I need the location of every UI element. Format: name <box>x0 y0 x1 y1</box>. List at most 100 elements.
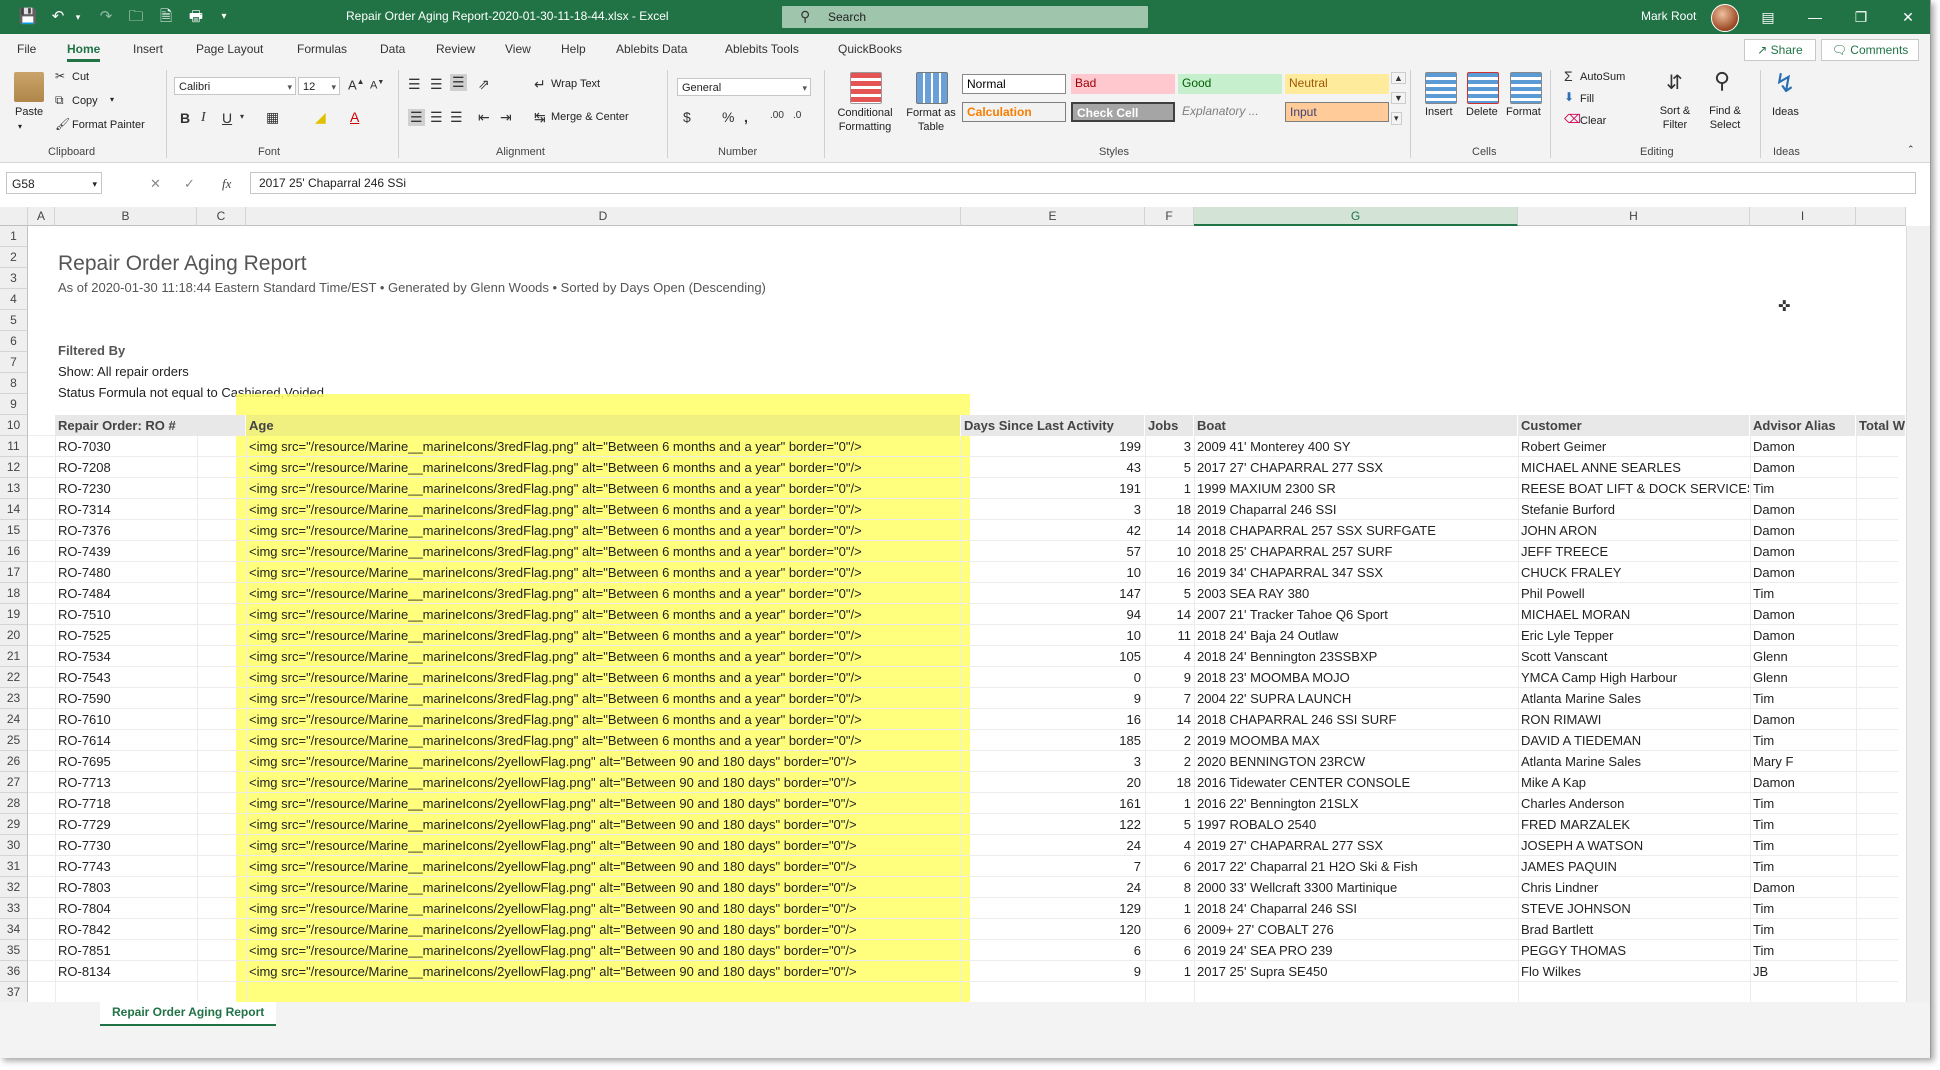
days-since-activity-cell[interactable]: 24 <box>964 877 1141 898</box>
row-header[interactable]: 21 <box>0 646 28 667</box>
advisor-cell[interactable]: Damon <box>1753 877 1853 898</box>
days-since-activity-cell[interactable]: 191 <box>964 478 1141 499</box>
days-since-activity-cell[interactable]: 199 <box>964 436 1141 457</box>
collapse-ribbon-icon[interactable]: ⌃ <box>1907 144 1915 155</box>
jobs-cell[interactable]: 16 <box>1148 562 1191 583</box>
format-cells-button[interactable]: Format <box>1506 106 1541 118</box>
customer-cell[interactable]: Brad Bartlett <box>1521 919 1749 940</box>
tab-help[interactable]: Help <box>561 42 586 56</box>
font-size-select[interactable]: 12 ▾ <box>298 77 340 95</box>
customer-cell[interactable]: REESE BOAT LIFT & DOCK SERVICES <box>1521 478 1749 499</box>
boat-cell[interactable]: 2019 34' CHAPARRAL 347 SSX <box>1197 562 1517 583</box>
ribbon-display-icon[interactable]: ▤ <box>1753 6 1783 28</box>
formula-input[interactable]: 2017 25' Chaparral 246 SSi <box>250 172 1916 194</box>
row-header[interactable]: 22 <box>0 667 28 688</box>
row-header[interactable]: 4 <box>0 289 28 310</box>
advisor-cell[interactable]: Glenn <box>1753 667 1853 688</box>
autosum-button[interactable]: AutoSum <box>1580 71 1625 83</box>
customize-toolbar-icon[interactable]: ▾ <box>214 7 234 27</box>
age-cell[interactable]: <img src="/resource/Marine__marineIcons/… <box>249 499 959 520</box>
share-button[interactable]: ↗ Share <box>1744 39 1816 61</box>
row-header[interactable]: 30 <box>0 835 28 856</box>
days-since-activity-cell[interactable]: 6 <box>964 940 1141 961</box>
age-cell[interactable]: <img src="/resource/Marine__marineIcons/… <box>249 583 959 604</box>
row-header[interactable]: 19 <box>0 604 28 625</box>
advisor-cell[interactable]: Tim <box>1753 793 1853 814</box>
days-since-activity-cell[interactable]: 24 <box>964 835 1141 856</box>
ro-number-cell[interactable]: RO-7713 <box>58 772 194 793</box>
ro-number-cell[interactable]: RO-7730 <box>58 835 194 856</box>
advisor-cell[interactable]: Tim <box>1753 835 1853 856</box>
redo-icon[interactable]: ↷ <box>96 7 116 27</box>
customer-cell[interactable]: MICHAEL MORAN <box>1521 604 1749 625</box>
jobs-cell[interactable]: 2 <box>1148 730 1191 751</box>
tab-home[interactable]: Home <box>67 42 101 62</box>
customer-cell[interactable]: YMCA Camp High Harbour <box>1521 667 1749 688</box>
customer-cell[interactable]: RON RIMAWI <box>1521 709 1749 730</box>
age-cell[interactable]: <img src="/resource/Marine__marineIcons/… <box>249 835 959 856</box>
boat-cell[interactable]: 2007 21' Tracker Tahoe Q6 Sport <box>1197 604 1517 625</box>
increase-font-icon[interactable]: A▲ <box>348 77 365 92</box>
boat-cell[interactable]: 2018 23' MOOMBA MOJO <box>1197 667 1517 688</box>
conditional-formatting-icon[interactable] <box>850 72 882 104</box>
increase-indent-icon[interactable]: ⇥ <box>500 109 512 126</box>
copy-button[interactable]: Copy <box>72 95 98 107</box>
row-header[interactable]: 10 <box>0 415 28 436</box>
ro-number-cell[interactable]: RO-7230 <box>58 478 194 499</box>
row-header[interactable]: 25 <box>0 730 28 751</box>
row-header[interactable]: 34 <box>0 919 28 940</box>
ro-number-cell[interactable]: RO-7480 <box>58 562 194 583</box>
ro-number-cell[interactable]: RO-7718 <box>58 793 194 814</box>
boat-cell[interactable]: 2009+ 27' COBALT 276 <box>1197 919 1517 940</box>
format-painter-button[interactable]: Format Painter <box>72 119 145 131</box>
insert-cells-button[interactable]: Insert <box>1425 106 1453 118</box>
number-format-select[interactable]: General ▾ <box>677 78 811 96</box>
row-header[interactable]: 27 <box>0 772 28 793</box>
jobs-cell[interactable]: 18 <box>1148 499 1191 520</box>
jobs-cell[interactable]: 2 <box>1148 751 1191 772</box>
bold-icon[interactable]: B <box>180 110 190 126</box>
minimize-icon[interactable]: — <box>1800 6 1830 28</box>
customer-cell[interactable]: FRED MARZALEK <box>1521 814 1749 835</box>
find-icon[interactable]: ⚲ <box>1714 68 1730 94</box>
paste-icon[interactable] <box>14 72 44 102</box>
row-header[interactable]: 31 <box>0 856 28 877</box>
days-since-activity-cell[interactable]: 0 <box>964 667 1141 688</box>
ro-number-cell[interactable]: RO-7208 <box>58 457 194 478</box>
advisor-cell[interactable]: Damon <box>1753 499 1853 520</box>
age-cell[interactable]: <img src="/resource/Marine__marineIcons/… <box>249 898 959 919</box>
user-name[interactable]: Mark Root <box>1641 9 1696 23</box>
advisor-cell[interactable]: Damon <box>1753 436 1853 457</box>
row-header[interactable]: 20 <box>0 625 28 646</box>
customer-cell[interactable]: JOSEPH A WATSON <box>1521 835 1749 856</box>
ro-number-cell[interactable]: RO-7610 <box>58 709 194 730</box>
align-left-icon[interactable]: ☰ <box>408 109 425 126</box>
age-cell[interactable]: <img src="/resource/Marine__marineIcons/… <box>249 919 959 940</box>
jobs-cell[interactable]: 6 <box>1148 856 1191 877</box>
column-header-e[interactable]: E <box>961 207 1145 226</box>
ro-number-cell[interactable]: RO-7376 <box>58 520 194 541</box>
customer-cell[interactable]: JAMES PAQUIN <box>1521 856 1749 877</box>
age-cell[interactable]: <img src="/resource/Marine__marineIcons/… <box>249 604 959 625</box>
style-explanatory[interactable]: Explanatory ... <box>1178 102 1282 122</box>
advisor-cell[interactable]: Damon <box>1753 562 1853 583</box>
days-since-activity-cell[interactable]: 161 <box>964 793 1141 814</box>
format-cells-icon[interactable] <box>1510 72 1542 104</box>
row-header[interactable]: 16 <box>0 541 28 562</box>
ro-number-cell[interactable]: RO-7439 <box>58 541 194 562</box>
font-name-select[interactable]: Calibri ▾ <box>174 77 296 95</box>
tab-ablebits-tools[interactable]: Ablebits Tools <box>725 42 799 56</box>
ro-number-cell[interactable]: RO-8134 <box>58 961 194 982</box>
jobs-cell[interactable]: 8 <box>1148 877 1191 898</box>
row-header[interactable]: 8 <box>0 373 28 394</box>
row-header[interactable]: 2 <box>0 247 28 268</box>
row-header[interactable]: 28 <box>0 793 28 814</box>
days-since-activity-cell[interactable]: 3 <box>964 751 1141 772</box>
tab-file[interactable]: File <box>17 42 36 56</box>
advisor-cell[interactable]: Tim <box>1753 730 1853 751</box>
advisor-cell[interactable]: Damon <box>1753 520 1853 541</box>
borders-icon[interactable]: ▦ <box>266 109 279 126</box>
align-bottom-icon[interactable]: ☰ <box>450 74 467 91</box>
style-calculation[interactable]: Calculation <box>962 102 1066 122</box>
copy-dropdown-icon[interactable]: ▾ <box>110 95 114 104</box>
